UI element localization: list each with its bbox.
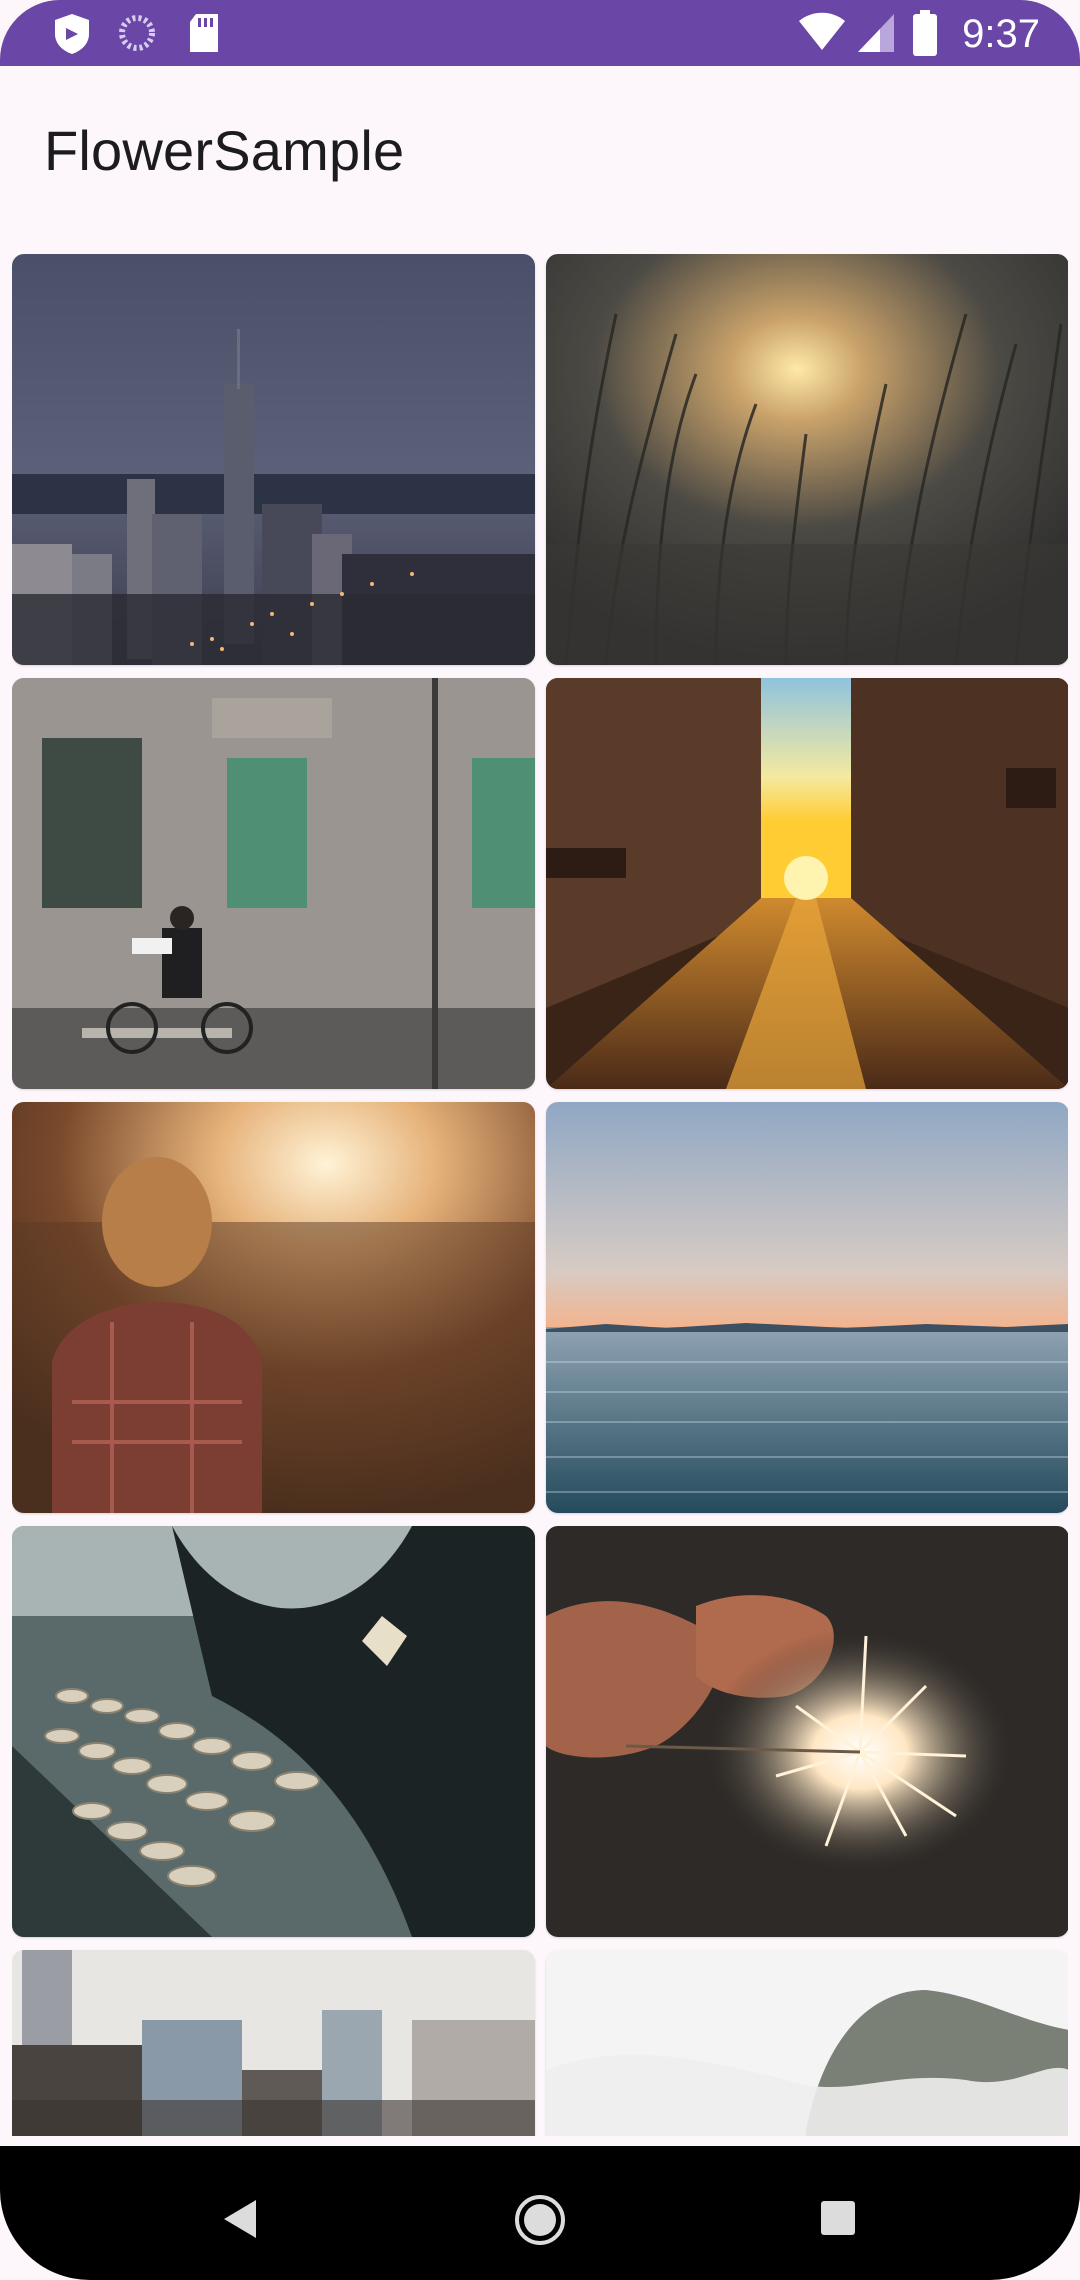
sparkler-image [546,1526,1068,1937]
city-buildings-image [12,1950,535,2136]
wifi-icon [798,12,846,52]
shield-icon [52,12,92,56]
loading-ring-icon [116,12,158,54]
home-icon [515,2195,565,2245]
grass-sunset-image [546,254,1068,665]
app-bar: FlowerSample [0,66,1080,240]
photo-tile[interactable] [546,1950,1068,2136]
photo-tile[interactable] [546,1102,1068,1513]
status-bar: 9:37 [0,0,1080,66]
misty-mountain-image [546,1950,1068,2136]
sd-card-icon [186,12,222,54]
signal-icon [856,12,896,54]
typewriter-image [12,1526,535,1937]
clock: 9:37 [962,12,1040,56]
screen: 9:37 FlowerSample [0,0,1080,2280]
woman-sunset-image [12,1102,535,1513]
sea-dusk-image [546,1102,1068,1513]
photo-tile[interactable] [12,1950,535,2136]
photo-tile[interactable] [12,254,535,665]
photo-tile[interactable] [546,678,1068,1089]
photo-tile[interactable] [546,254,1068,665]
recents-icon [821,2201,855,2235]
sunset-street-image [546,678,1068,1089]
recents-button[interactable] [820,2200,856,2236]
home-button[interactable] [514,2194,566,2246]
photo-tile[interactable] [12,1526,535,1937]
back-button[interactable] [220,2198,260,2240]
photo-grid[interactable] [12,254,1068,2136]
photo-tile[interactable] [12,1102,535,1513]
battery-icon [912,10,938,56]
cyclist-building-image [12,678,535,1089]
back-icon [224,2200,256,2238]
navigation-bar [0,2146,1080,2280]
photo-tile[interactable] [546,1526,1068,1937]
page-title: FlowerSample [44,119,405,182]
city-skyline-image [12,254,535,665]
photo-tile[interactable] [12,678,535,1089]
